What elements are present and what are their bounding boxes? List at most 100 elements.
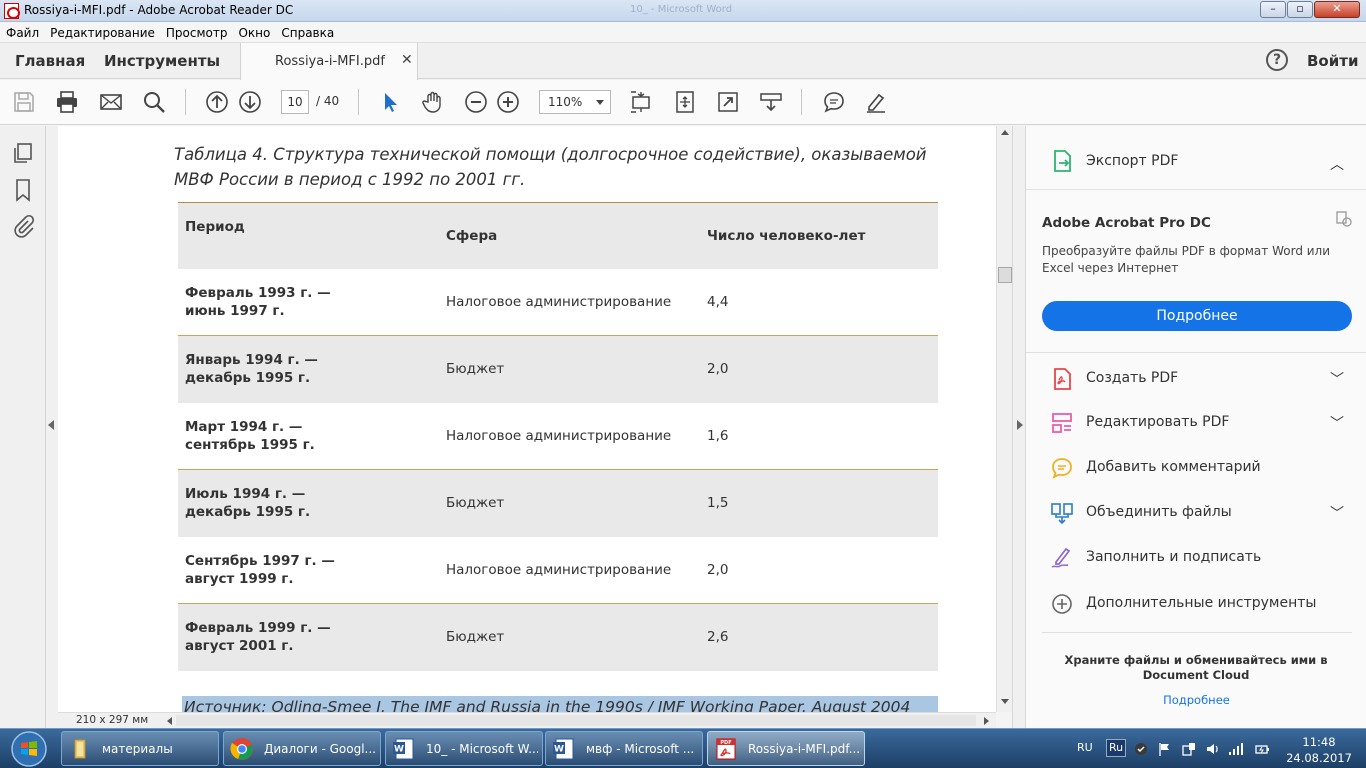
taskbar-item-word-1[interactable]: W 10_ - Microsoft W... xyxy=(385,731,543,766)
tab-document-label: Rossiya-i-MFI.pdf xyxy=(275,54,385,69)
period-cell: Февраль 1993 г. — июнь 1997 г. xyxy=(185,285,331,319)
background-window-title: 10_ - Microsoft Word xyxy=(630,4,733,15)
save-icon[interactable] xyxy=(12,90,36,114)
fit-page-height-icon[interactable] xyxy=(629,90,653,114)
tab-document[interactable]: Rossiya-i-MFI.pdf ✕ xyxy=(240,43,418,80)
tool-label: Создать PDF xyxy=(1086,370,1179,386)
document-cloud-learn-more-link[interactable]: Подробнее xyxy=(1026,693,1366,707)
menu-file[interactable]: Файл xyxy=(0,23,44,40)
period-cell: Февраль 1999 г. — август 2001 г. xyxy=(185,620,331,654)
taskbar-item-label: мвф - Microsoft ... xyxy=(586,742,695,756)
fit-page-icon[interactable] xyxy=(673,90,697,114)
taskbar-item-folder[interactable]: материалы xyxy=(61,731,219,766)
bookmark-icon[interactable] xyxy=(11,178,35,202)
scrollbar-thumb[interactable] xyxy=(998,267,1012,283)
acrobat-app-icon xyxy=(4,3,20,19)
taskbar-item-label: Rossiya-i-MFI.pdf... xyxy=(748,742,860,756)
scroll-right-icon[interactable] xyxy=(984,717,989,725)
tool-edit-pdf[interactable]: Редактировать PDF ﹀ xyxy=(1026,404,1366,442)
tab-tools[interactable]: Инструменты xyxy=(104,52,220,70)
tray-devices-icon[interactable] xyxy=(1181,741,1197,757)
scroll-left-icon[interactable] xyxy=(167,717,172,725)
scroll-down-icon[interactable] xyxy=(1001,699,1009,704)
menu-view[interactable]: Просмотр xyxy=(160,23,233,40)
page-number-input[interactable]: 10 xyxy=(281,90,309,114)
print-icon[interactable] xyxy=(55,90,79,114)
sign-in-link[interactable]: Войти xyxy=(1307,52,1358,70)
tray-language-badge[interactable]: Ru xyxy=(1106,739,1126,757)
tray-flag-icon[interactable] xyxy=(1157,741,1173,757)
tab-bar: Главная Инструменты Rossiya-i-MFI.pdf ✕ … xyxy=(0,43,1366,80)
close-window-button[interactable]: ✕ xyxy=(1314,1,1360,18)
sphere-cell: Налоговое администрирование xyxy=(446,294,672,310)
pdf-icon: PDF xyxy=(716,738,736,760)
left-navigation-rail xyxy=(0,126,46,728)
zoom-select[interactable]: 110% xyxy=(539,90,611,114)
tool-label: Объединить файлы xyxy=(1086,504,1232,520)
hand-tool-icon[interactable] xyxy=(421,90,445,114)
sphere-cell: Бюджет xyxy=(446,495,505,511)
word-icon: W xyxy=(553,738,574,760)
toolbar-divider xyxy=(185,89,186,115)
sphere-cell: Бюджет xyxy=(446,629,505,645)
vertical-scrollbar[interactable] xyxy=(996,126,1012,712)
document-viewport[interactable]: Таблица 4. Структура технической помощи … xyxy=(58,126,996,712)
menu-edit[interactable]: Редактирование xyxy=(44,23,160,40)
help-icon[interactable]: ? xyxy=(1266,49,1288,71)
taskbar-item-word-2[interactable]: W мвф - Microsoft ... xyxy=(545,731,703,766)
chevron-up-icon[interactable]: ︿ xyxy=(1330,154,1344,174)
menu-help[interactable]: Справка xyxy=(275,23,339,40)
horizontal-scrollbar[interactable] xyxy=(176,715,976,726)
maximize-button[interactable]: ▫ xyxy=(1287,1,1313,18)
volume-icon[interactable] xyxy=(1205,741,1221,757)
tray-language[interactable]: RU xyxy=(1077,741,1093,754)
table-row: Июль 1994 г. — декабрь 1995 г. Бюджет 1,5 xyxy=(178,470,938,537)
next-page-icon[interactable] xyxy=(238,90,262,114)
power-icon[interactable] xyxy=(1254,741,1270,757)
attachment-icon[interactable] xyxy=(11,214,35,238)
tool-create-pdf[interactable]: Создать PDF ﹀ xyxy=(1026,360,1366,398)
previous-page-icon[interactable] xyxy=(205,90,229,114)
table-caption: Таблица 4. Структура технической помощи … xyxy=(174,145,927,189)
start-button-icon[interactable] xyxy=(2,730,56,768)
taskbar-item-acrobat[interactable]: PDF Rossiya-i-MFI.pdf... xyxy=(707,731,865,766)
tool-fill-sign[interactable]: Заполнить и подписать xyxy=(1026,539,1366,577)
document-cloud-text: Храните файлы и обменивайтесь ими в Docu… xyxy=(1064,653,1328,682)
tray-clock[interactable]: 11:48 24.08.2017 xyxy=(1284,734,1354,766)
comment-icon[interactable] xyxy=(822,90,846,114)
chevron-down-icon[interactable]: ﹀ xyxy=(1330,503,1344,523)
scroll-up-icon[interactable] xyxy=(1001,130,1009,135)
tool-label: Добавить комментарий xyxy=(1086,459,1261,475)
sphere-cell: Налоговое администрирование xyxy=(446,428,672,444)
learn-more-button[interactable]: Подробнее xyxy=(1042,301,1352,331)
left-panel-toggle[interactable] xyxy=(46,126,58,728)
page-thumbnails-icon[interactable] xyxy=(11,141,35,165)
network-signal-icon[interactable] xyxy=(1228,741,1244,757)
zoom-in-icon[interactable] xyxy=(496,90,520,114)
highlight-pen-icon[interactable] xyxy=(864,90,888,114)
tool-add-comment[interactable]: Добавить комментарий xyxy=(1026,449,1366,487)
export-pdf-header[interactable]: Экспорт PDF ︿ xyxy=(1026,126,1366,190)
tab-home[interactable]: Главная xyxy=(15,52,85,70)
close-tab-icon[interactable]: ✕ xyxy=(401,52,413,68)
taskbar-item-chrome[interactable]: Диалоги - Googl... xyxy=(223,731,381,766)
minimize-button[interactable]: – xyxy=(1260,1,1286,18)
tool-more-tools[interactable]: Дополнительные инструменты xyxy=(1026,585,1366,623)
taskbar-item-label: материалы xyxy=(102,742,173,756)
full-screen-icon[interactable] xyxy=(716,90,740,114)
chevron-down-icon[interactable]: ﹀ xyxy=(1330,369,1344,389)
select-cursor-icon[interactable] xyxy=(378,90,402,114)
tray-app-icon[interactable] xyxy=(1133,741,1149,757)
tool-combine-files[interactable]: Объединить файлы ﹀ xyxy=(1026,494,1366,532)
zoom-out-icon[interactable] xyxy=(464,90,488,114)
read-mode-icon[interactable] xyxy=(759,90,783,114)
page-total: / 40 xyxy=(316,94,340,108)
search-icon[interactable] xyxy=(142,90,166,114)
email-icon[interactable] xyxy=(99,90,123,114)
source-note-selected[interactable]: Источник: Odling-Smee J. The IMF and Rus… xyxy=(182,696,938,712)
right-panel-toggle[interactable] xyxy=(1012,126,1025,728)
svg-text:PDF: PDF xyxy=(720,740,731,746)
menu-window[interactable]: Окно xyxy=(232,23,275,40)
chevron-down-icon[interactable]: ﹀ xyxy=(1330,413,1344,433)
period-cell: Март 1994 г. — сентябрь 1995 г. xyxy=(185,419,315,453)
